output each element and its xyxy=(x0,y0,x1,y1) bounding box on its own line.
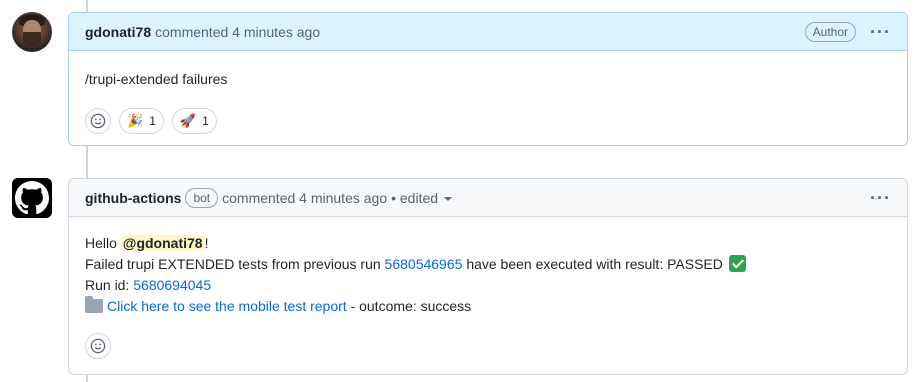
result-prefix: Failed trupi EXTENDED tests from previou… xyxy=(85,256,381,272)
reaction-count: 1 xyxy=(202,114,209,128)
outcome-text: - outcome: success xyxy=(350,298,472,314)
result-suffix: have been executed with result: PASSED xyxy=(466,256,723,272)
result-line: Failed trupi EXTENDED tests from previou… xyxy=(85,254,891,275)
report-line: Click here to see the mobile test report… xyxy=(85,296,891,317)
comment-author[interactable]: github-actions xyxy=(85,190,181,206)
comment-card: gdonati78 commented 4 minutes ago Author… xyxy=(68,12,908,146)
comment-card: github-actions bot commented 4 minutes a… xyxy=(68,178,908,375)
smiley-icon xyxy=(90,338,106,354)
bot-badge: bot xyxy=(185,187,219,208)
greeting-line: Hello @gdonati78! xyxy=(85,233,891,254)
folder-icon xyxy=(85,296,103,313)
comment-timestamp[interactable]: commented 4 minutes ago xyxy=(222,190,387,206)
more-options-icon[interactable]: ··· xyxy=(870,189,891,207)
more-options-icon[interactable]: ··· xyxy=(870,23,891,41)
check-mark-icon xyxy=(728,255,746,272)
edited-label: • edited xyxy=(391,189,439,206)
reaction-count: 1 xyxy=(149,114,156,128)
test-report-link[interactable]: Click here to see the mobile test report xyxy=(107,298,347,314)
add-reaction-button[interactable] xyxy=(85,108,111,134)
greeting-text: Hello xyxy=(85,235,117,251)
comment-author[interactable]: gdonati78 xyxy=(85,24,151,40)
user-mention[interactable]: @gdonati78 xyxy=(120,235,205,251)
caret-down-icon xyxy=(444,196,453,201)
run-id-link[interactable]: 5680694045 xyxy=(133,277,211,293)
run-id-line: Run id: 5680694045 xyxy=(85,275,891,296)
comment-header: gdonati78 commented 4 minutes ago Author… xyxy=(69,13,907,51)
smiley-icon xyxy=(90,113,106,129)
comment-body: /trupi-extended failures xyxy=(85,71,228,87)
comment-header: github-actions bot commented 4 minutes a… xyxy=(69,179,907,217)
reactions-bar: 🎉 1 🚀 1 xyxy=(85,108,891,134)
comment-body: Hello @gdonati78! Failed trupi EXTENDED … xyxy=(85,233,891,317)
rocket-icon: 🚀 xyxy=(179,113,197,128)
avatar-gdonati78[interactable] xyxy=(12,12,52,52)
edited-dropdown[interactable]: • edited xyxy=(391,189,453,206)
exclaim-text: ! xyxy=(204,235,209,251)
github-icon xyxy=(15,181,49,215)
tada-icon: 🎉 xyxy=(127,113,144,128)
avatar-github-actions[interactable] xyxy=(12,178,52,218)
reaction-rocket[interactable]: 🚀 1 xyxy=(171,108,217,134)
add-reaction-button[interactable] xyxy=(85,333,111,359)
reaction-tada[interactable]: 🎉 1 xyxy=(119,108,164,134)
reactions-bar xyxy=(85,333,891,359)
author-badge: Author xyxy=(804,21,857,42)
run-id-label: Run id: xyxy=(85,277,130,293)
comment-timestamp[interactable]: commented 4 minutes ago xyxy=(155,24,320,40)
previous-run-link[interactable]: 5680546965 xyxy=(385,256,463,272)
